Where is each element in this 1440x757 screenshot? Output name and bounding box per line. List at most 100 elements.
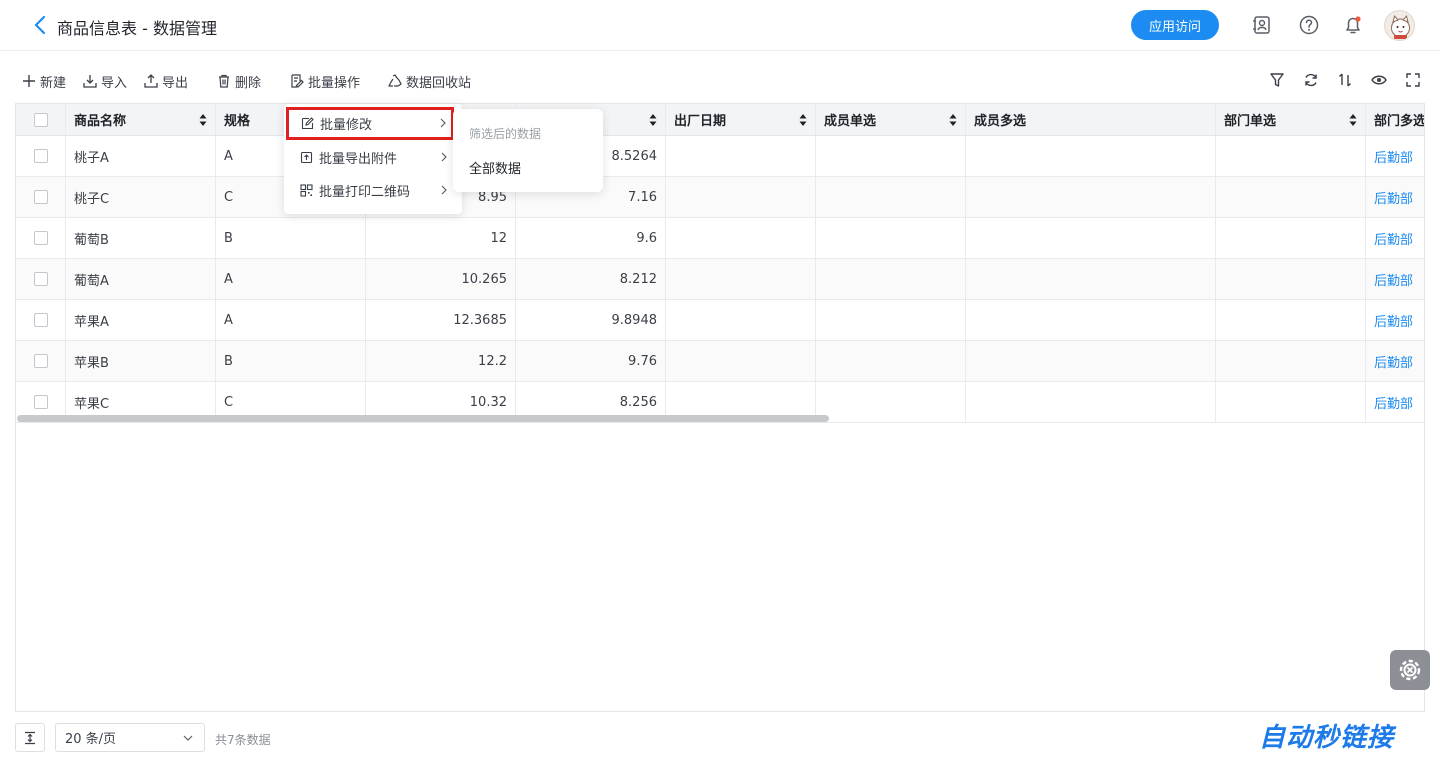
- menu-item-export-attachments[interactable]: 批量导出附件: [284, 141, 462, 174]
- column-header-dept-multi[interactable]: 部门多选: [1366, 104, 1424, 135]
- qrcode-icon: [300, 184, 313, 197]
- submenu-all-data[interactable]: 全部数据: [469, 158, 521, 177]
- cell-value-2: 9.6: [516, 218, 666, 258]
- select-all-checkbox[interactable]: [33, 112, 48, 127]
- new-button[interactable]: 新建: [22, 71, 66, 91]
- cell-dept-single: [1216, 341, 1366, 381]
- column-header-label: 出厂日期: [674, 114, 727, 129]
- column-header-label: 商品名称: [74, 114, 127, 129]
- row-checkbox-cell[interactable]: [16, 136, 66, 176]
- batch-edit-submenu: 筛选后的数据 全部数据: [453, 109, 603, 192]
- cell-member-single: [816, 341, 966, 381]
- refresh-icon[interactable]: [1302, 71, 1320, 89]
- menu-item-batch-edit[interactable]: 批量修改: [286, 107, 454, 140]
- recycle-bin-button[interactable]: 数据回收站: [388, 71, 471, 91]
- chevron-right-icon: [441, 152, 447, 162]
- back-chevron-icon[interactable]: [30, 14, 50, 36]
- table-row[interactable]: 苹果B B 12.2 9.76 后勤部: [16, 341, 1424, 382]
- cell-value-1: 12.2: [366, 341, 516, 381]
- cell-spec: B: [216, 218, 366, 258]
- cell-dept-multi[interactable]: 后勤部: [1366, 218, 1424, 258]
- sort-caret-icon[interactable]: [949, 113, 957, 127]
- row-checkbox-cell[interactable]: [16, 341, 66, 381]
- horizontal-scrollbar[interactable]: [17, 415, 829, 422]
- row-checkbox-cell[interactable]: [16, 177, 66, 217]
- batch-edit-icon: [291, 74, 304, 88]
- sort-caret-icon[interactable]: [799, 113, 807, 127]
- cell-dept-multi[interactable]: 后勤部: [1366, 136, 1424, 176]
- import-button[interactable]: 导入: [83, 71, 127, 91]
- cell-member-single: [816, 382, 966, 422]
- sort-icon[interactable]: [1336, 71, 1354, 89]
- chevron-down-icon: [183, 735, 193, 741]
- cell-dept-multi[interactable]: 后勤部: [1366, 300, 1424, 340]
- sort-caret-icon[interactable]: [199, 113, 207, 127]
- cell-member-multi: [966, 341, 1216, 381]
- export-button[interactable]: 导出: [144, 71, 188, 91]
- cell-dept-single: [1216, 177, 1366, 217]
- cell-spec: B: [216, 341, 366, 381]
- cell-member-single: [816, 300, 966, 340]
- avatar[interactable]: [1384, 10, 1415, 41]
- row-height-icon: [25, 731, 35, 744]
- batch-operations-label: 批量操作: [308, 75, 361, 91]
- fullscreen-icon[interactable]: [1404, 71, 1422, 89]
- cell-dept-single: [1216, 382, 1366, 422]
- table-row[interactable]: 桃子A A 8.5264 后勤部: [16, 136, 1424, 177]
- column-header-date[interactable]: 出厂日期: [666, 104, 816, 135]
- sort-caret-icon[interactable]: [1349, 113, 1357, 127]
- cell-member-multi: [966, 382, 1216, 422]
- eye-icon[interactable]: [1370, 71, 1388, 89]
- row-height-button[interactable]: [15, 723, 45, 752]
- row-checkbox[interactable]: [33, 190, 48, 204]
- cell-member-single: [816, 136, 966, 176]
- table-row[interactable]: 苹果A A 12.3685 9.8948 后勤部: [16, 300, 1424, 341]
- toolbar: 新建 导入 导出 删除 批量操作 数据回收站: [0, 63, 1440, 99]
- cell-factory-date: [666, 136, 816, 176]
- filter-icon[interactable]: [1268, 71, 1286, 89]
- cell-dept-single: [1216, 218, 1366, 258]
- sort-caret-icon[interactable]: [649, 113, 657, 127]
- attachment-export-icon: [300, 151, 313, 164]
- column-header-name[interactable]: 商品名称: [66, 104, 216, 135]
- row-checkbox[interactable]: [33, 272, 48, 286]
- batch-operations-button[interactable]: 批量操作: [290, 71, 360, 91]
- cell-factory-date: [666, 300, 816, 340]
- row-checkbox[interactable]: [33, 395, 48, 409]
- table-row[interactable]: 葡萄A A 10.265 8.212 后勤部: [16, 259, 1424, 300]
- cell-dept-multi[interactable]: 后勤部: [1366, 382, 1424, 422]
- column-header-dept-single[interactable]: 部门单选: [1216, 104, 1366, 135]
- contacts-icon[interactable]: [1251, 14, 1273, 36]
- avatar-cat-icon: [1391, 14, 1410, 39]
- row-checkbox[interactable]: [33, 231, 48, 245]
- column-header-member-single[interactable]: 成员单选: [816, 104, 966, 135]
- page-size-select[interactable]: 20 条/页: [55, 723, 205, 752]
- cell-dept-multi[interactable]: 后勤部: [1366, 259, 1424, 299]
- delete-button[interactable]: 删除: [217, 71, 261, 91]
- app-visit-button[interactable]: 应用访问: [1131, 10, 1219, 40]
- cell-dept-multi[interactable]: 后勤部: [1366, 177, 1424, 217]
- cell-spec: A: [216, 259, 366, 299]
- row-checkbox-cell[interactable]: [16, 218, 66, 258]
- table-row[interactable]: 葡萄B B 12 9.6 后勤部: [16, 218, 1424, 259]
- help-icon[interactable]: [1298, 14, 1320, 36]
- row-checkbox[interactable]: [33, 313, 48, 327]
- column-header-member-multi[interactable]: 成员多选: [966, 104, 1216, 135]
- cell-value-2: 8.212: [516, 259, 666, 299]
- bell-icon[interactable]: [1342, 14, 1364, 36]
- delete-button-label: 删除: [235, 75, 262, 91]
- cell-member-multi: [966, 136, 1216, 176]
- row-checkbox-cell[interactable]: [16, 259, 66, 299]
- edit-icon: [301, 117, 314, 130]
- chevron-right-icon: [440, 118, 446, 128]
- row-checkbox[interactable]: [33, 354, 48, 368]
- cell-dept-multi[interactable]: 后勤部: [1366, 341, 1424, 381]
- menu-item-print-qrcode[interactable]: 批量打印二维码: [284, 174, 462, 207]
- import-icon: [83, 75, 97, 88]
- cell-member-multi: [966, 259, 1216, 299]
- select-all-checkbox-cell[interactable]: [16, 104, 66, 135]
- settings-floating-button[interactable]: [1390, 650, 1430, 690]
- row-checkbox-cell[interactable]: [16, 300, 66, 340]
- row-checkbox[interactable]: [33, 149, 48, 163]
- table-row[interactable]: 桃子C C 8.95 7.16 后勤部: [16, 177, 1424, 218]
